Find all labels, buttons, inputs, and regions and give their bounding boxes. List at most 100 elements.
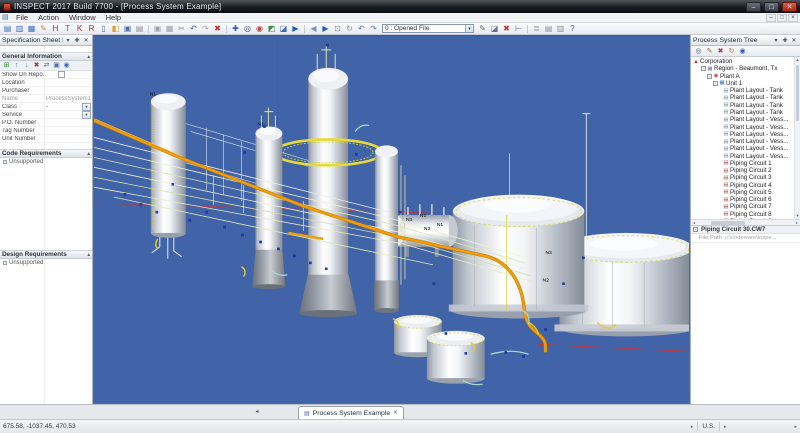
toolbar-icon[interactable]: ▶ (320, 23, 331, 34)
scrollbar-thumb[interactable] (711, 220, 745, 225)
toolbar-icon[interactable]: ⊢ (513, 23, 524, 34)
toolbar-icon[interactable]: ▥ (14, 23, 25, 34)
general-info-section-header[interactable]: General Information ▴ (0, 52, 92, 61)
field-row[interactable]: Name ProcessSystem1 (0, 95, 92, 103)
toolbar-icon[interactable]: T (62, 23, 73, 34)
collapse-arrow-icon[interactable]: ▴ (87, 252, 90, 258)
tree-item-plant-layout[interactable]: ▤ Plant Layout - Vess... (693, 152, 800, 160)
document-tab[interactable]: ▤ Process System Example ✕ (298, 406, 404, 419)
toolbar-icon[interactable]: ⊡ (332, 23, 343, 34)
toolbar-icon[interactable]: H (50, 23, 61, 34)
code-requirements-header[interactable]: Code Requirements ▴ (0, 149, 92, 158)
field-row[interactable]: P.O. Number (0, 119, 92, 127)
tree-item-corporation[interactable]: ▲ Corporation (693, 58, 800, 65)
toolbar-icon[interactable]: ◪ (489, 23, 500, 34)
toolbar-icon[interactable]: ◧ (110, 23, 121, 34)
tree-item-piping-circuit[interactable]: ▤ Piping Circuit 6 (693, 196, 800, 203)
tree-item-piping-circuit[interactable]: ▤ Piping Circuit 5 (693, 189, 800, 196)
panel-menu-icon[interactable]: ▾ (64, 37, 72, 44)
toolbar-icon[interactable]: ▤ (134, 23, 145, 34)
field-value[interactable]: ProcessSystem1 (44, 96, 92, 102)
collapse-box-icon[interactable]: − (713, 80, 718, 86)
toolbar-icon[interactable]: ✎ (477, 23, 488, 34)
maximize-button[interactable]: □ (764, 1, 779, 12)
field-row[interactable]: Purchaser (0, 87, 92, 95)
collapse-arrow-icon[interactable]: ▴ (87, 151, 90, 157)
toolbar-icon[interactable]: ▦ (164, 23, 175, 34)
tree-item-piping-circuit[interactable]: ▤ Piping Circuit 3 (693, 174, 800, 181)
tree-item-piping-circuit[interactable]: ▤ Piping Circuit 8 (693, 211, 800, 218)
field-value[interactable] (44, 71, 92, 78)
code-requirements-item[interactable]: Unsupported (0, 158, 92, 166)
sheet-toolbar-icon[interactable]: ⇄ (42, 61, 51, 70)
field-row[interactable]: Location (0, 79, 92, 87)
tree-item-plant-layout[interactable]: ▤ Plant Layout - Vess... (693, 123, 800, 131)
field-row[interactable]: Show On Repo... (0, 71, 92, 79)
tower-1[interactable] (150, 93, 186, 259)
panel-menu-icon[interactable]: ▾ (772, 37, 780, 44)
toolbar-icon[interactable]: ▦ (26, 23, 37, 34)
scroll-down-icon[interactable]: ▼ (795, 213, 800, 219)
tree-item-plant-layout[interactable]: ▤ Plant Layout - Tank (693, 94, 800, 101)
tree-item-plant-layout[interactable]: ▤ Plant Layout - Vess... (693, 145, 800, 152)
collapse-box-icon[interactable]: − (693, 227, 698, 232)
scrollbar-thumb[interactable] (796, 65, 799, 121)
toolbar-icon[interactable]: ↷ (200, 23, 211, 34)
toolbar-icon[interactable]: ▣ (122, 23, 133, 34)
toolbar-icon[interactable]: ✚ (230, 23, 241, 34)
tree-item-plant-layout[interactable]: ▤ Plant Layout - Tank (693, 109, 800, 116)
toolbar-icon[interactable]: ✂ (176, 23, 187, 34)
panel-close-icon[interactable]: ✕ (82, 37, 90, 44)
mdi-restore-button[interactable]: □ (777, 13, 787, 22)
tree-item-plant[interactable]: − ◉ Plant A (693, 73, 800, 80)
panel-close-icon[interactable]: ✕ (790, 37, 798, 44)
tab-close-ic[interactable]: ✕ (393, 410, 398, 416)
3d-scene[interactable]: N1 N1 N3 N1 N3 N1 N3 N2 (94, 36, 689, 403)
tree-item-piping-circuit[interactable]: ▤ Piping Circuit 9 (693, 218, 800, 219)
toolbar-icon[interactable]: ✖ (212, 23, 223, 34)
collapse-box-icon[interactable]: − (701, 66, 706, 72)
minimize-button[interactable]: – (746, 1, 761, 12)
tree-item-piping-circuit[interactable]: ▤ Piping Circuit 4 (693, 182, 800, 189)
tab-scroll-left-icon[interactable]: ◂ (252, 407, 262, 418)
toolbar-icon[interactable]: ? (567, 23, 578, 34)
tree-toolbar-icon[interactable]: ↻ (727, 47, 736, 56)
toolbar-icon[interactable]: R (86, 23, 97, 34)
toolbar-icon[interactable]: ▤ (2, 23, 13, 34)
menu-item[interactable]: Window (64, 13, 101, 23)
tree-item-plant-layout[interactable]: ▤ Plant Layout - Tank (693, 102, 800, 109)
tree-item-piping-circuit[interactable]: ▤ Piping Circuit 1 (693, 160, 800, 167)
menu-item[interactable]: File (11, 13, 33, 23)
toolbar-icon[interactable]: ▤ (543, 23, 554, 34)
sheet-toolbar-icon[interactable]: ▣ (52, 61, 61, 70)
toolbar-icon[interactable]: ▶ (290, 23, 301, 34)
toolbar-icon[interactable]: ◩ (266, 23, 277, 34)
field-value[interactable]: - (44, 104, 82, 110)
design-requirements-item[interactable]: Unsupported (0, 259, 92, 267)
status-arrow-icon[interactable]: ▸ (691, 424, 694, 430)
collapse-arrow-icon[interactable]: ▴ (87, 54, 90, 60)
status-arrow-icon[interactable]: ▸ (724, 424, 727, 430)
toolbar-icon[interactable] (304, 24, 305, 33)
sheet-toolbar-icon[interactable]: ◉ (62, 61, 71, 70)
tree-item-unit[interactable]: − ▦ Unit 1 (693, 80, 800, 87)
storage-tank-1[interactable] (448, 194, 589, 319)
toolbar-icon[interactable] (148, 24, 149, 33)
toolbar-icon[interactable]: ≣ (531, 23, 542, 34)
field-row[interactable]: Service (0, 111, 92, 119)
toolbar-icon[interactable] (527, 24, 528, 33)
tree-item-piping-circuit[interactable]: ▤ Piping Circuit 7 (693, 203, 800, 210)
field-row[interactable]: Class - (0, 103, 92, 111)
small-tank-2[interactable] (426, 330, 485, 384)
sheet-toolbar-icon[interactable]: ↑ (12, 61, 21, 70)
close-button[interactable]: ✕ (782, 1, 797, 12)
tree-item-plant-layout[interactable]: ▤ Plant Layout - Tank (693, 87, 800, 94)
tree-toolbar-icon[interactable]: ◎ (694, 47, 703, 56)
toolbar-icon[interactable]: ◎ (242, 23, 253, 34)
menu-item[interactable]: Help (101, 13, 126, 23)
toolbar-icon[interactable]: ↷ (368, 23, 379, 34)
collapse-box-icon[interactable]: − (707, 73, 712, 79)
panel-pin-icon[interactable]: ✚ (73, 37, 81, 44)
toolbar-icon[interactable]: ◉ (254, 23, 265, 34)
tree-item-piping-circuit[interactable]: ▤ Piping Circuit 2 (693, 167, 800, 174)
